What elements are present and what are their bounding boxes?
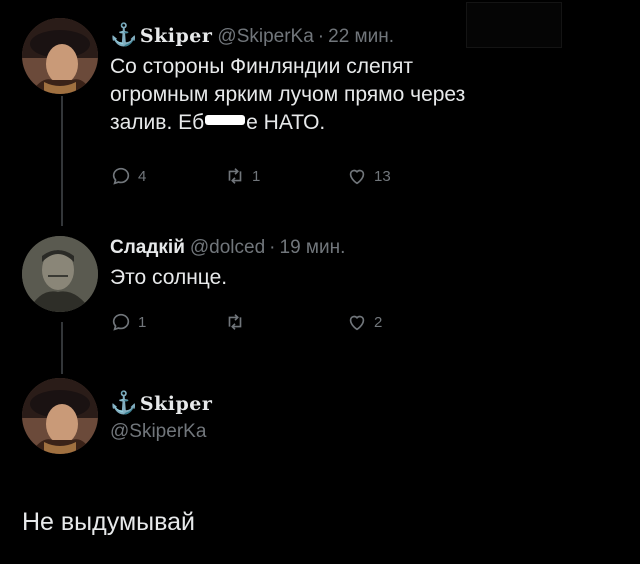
tweet-text: Это солнце. xyxy=(110,266,228,289)
tweet[interactable]: ⚓ Skiper @SkiperKa · 22 мин. Со стороны Ф… xyxy=(110,24,465,137)
reply-icon xyxy=(112,313,130,331)
tweet-header: ⚓ Skiper @SkiperKa · 22 мин. xyxy=(110,24,465,49)
like-count: 2 xyxy=(374,313,383,331)
timestamp[interactable]: 22 мин. xyxy=(328,25,394,49)
reply-button[interactable]: 4 xyxy=(110,165,146,187)
separator: · xyxy=(317,26,325,47)
tweet-actions: 1 2 xyxy=(110,310,430,334)
like-count: 13 xyxy=(374,167,391,185)
retweet-icon xyxy=(228,168,242,184)
retweet-icon xyxy=(228,314,242,330)
like-button[interactable]: 2 xyxy=(346,311,382,333)
avatar[interactable] xyxy=(22,18,98,94)
display-name[interactable]: ⚓ Skiper xyxy=(110,392,212,416)
retweet-button[interactable]: 1 xyxy=(224,165,260,187)
tweet-text: Со стороны Финляндии слепят огромным ярк… xyxy=(110,53,465,137)
display-name[interactable]: ⚓ Skiper xyxy=(110,24,212,48)
tweet[interactable]: Сладкій @dolced · 19 мин. Это солнце. xyxy=(110,236,345,292)
timestamp[interactable]: 19 мин. xyxy=(280,236,346,260)
like-icon xyxy=(349,315,365,331)
tweet-actions: 4 1 13 xyxy=(110,164,430,188)
tweet-text-part: е НАТО. xyxy=(246,111,326,134)
anchor-icon: ⚓ xyxy=(110,391,138,416)
thread-line xyxy=(61,322,63,374)
handle[interactable]: @dolced xyxy=(190,236,265,260)
avatar[interactable] xyxy=(22,236,98,312)
thread-line xyxy=(61,96,63,226)
reply-count: 4 xyxy=(138,167,147,185)
display-name[interactable]: Сладкій xyxy=(110,236,185,260)
anchor-icon: ⚓ xyxy=(110,23,138,48)
display-name-text: Skiper xyxy=(139,25,213,47)
separator: · xyxy=(269,237,276,258)
retweet-button[interactable] xyxy=(224,311,252,333)
main-tweet-text: Не выдумывай xyxy=(22,508,195,536)
handle[interactable]: @SkiperKa xyxy=(110,421,206,443)
reply-button[interactable]: 1 xyxy=(110,311,146,333)
tweet-header: Сладкій @dolced · 19 мин. xyxy=(110,236,345,260)
reply-icon xyxy=(112,167,130,185)
avatar[interactable] xyxy=(22,378,98,454)
reply-count: 1 xyxy=(138,313,147,331)
display-name-text: Skiper xyxy=(139,393,213,415)
redaction-box xyxy=(466,2,562,48)
like-icon xyxy=(349,169,365,185)
like-button[interactable]: 13 xyxy=(346,165,391,187)
main-author[interactable]: ⚓ Skiper xyxy=(110,392,212,416)
handle[interactable]: @SkiperKa xyxy=(217,25,313,49)
censor-mark xyxy=(205,115,246,126)
retweet-count: 1 xyxy=(252,167,261,185)
